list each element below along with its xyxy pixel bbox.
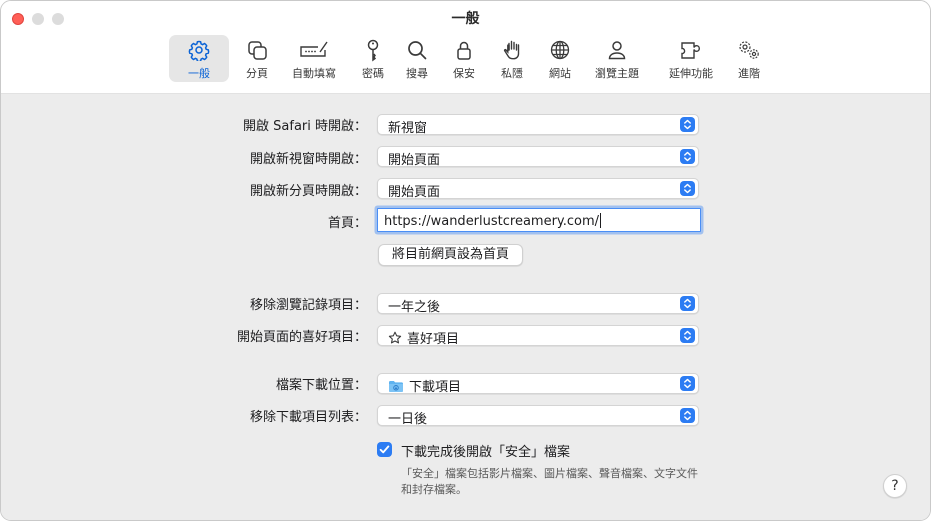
lock-icon bbox=[447, 39, 481, 61]
star-outline-icon bbox=[388, 331, 402, 349]
folder-download-icon bbox=[388, 380, 404, 397]
tab-label: 網站 bbox=[549, 67, 571, 80]
tab-advanced[interactable]: 進階 bbox=[731, 35, 767, 82]
new-tabs-open-with-label: 開啟新分頁時開啟： bbox=[249, 184, 367, 199]
file-download-location-popup[interactable]: 下載項目 bbox=[377, 373, 699, 397]
tab-security[interactable]: 保安 bbox=[447, 35, 481, 82]
new-windows-open-with-label: 開啟新視窗時開啟： bbox=[249, 152, 367, 167]
hand-icon bbox=[495, 39, 529, 61]
chevron-updown-icon bbox=[680, 376, 695, 391]
puzzle-icon bbox=[663, 39, 719, 61]
popup-value: 開始頁面 bbox=[388, 153, 441, 168]
preferences-window: 一般 一般 分頁 自動填寫 密碼 搜尋 保安 私隱 網站 瀏覽主題 延伸功能 進… bbox=[0, 0, 931, 521]
popup-value: 喜好項目 bbox=[388, 328, 459, 349]
tab-extensions[interactable]: 延伸功能 bbox=[663, 35, 719, 82]
new-windows-open-with-popup[interactable]: 開始頁面 bbox=[377, 146, 699, 168]
tab-autofill[interactable]: 自動填寫 bbox=[286, 35, 342, 82]
tab-label: 搜尋 bbox=[406, 67, 428, 80]
tab-label: 保安 bbox=[453, 67, 475, 80]
tab-label: 延伸功能 bbox=[669, 67, 713, 80]
favorites-shows-label: 開始頁面的喜好項目： bbox=[236, 330, 367, 345]
tab-search[interactable]: 搜尋 bbox=[400, 35, 434, 82]
preferences-toolbar: 一般 一般 分頁 自動填寫 密碼 搜尋 保安 私隱 網站 瀏覽主題 延伸功能 進… bbox=[1, 1, 930, 94]
popup-value: 開始頁面 bbox=[388, 185, 441, 200]
chevron-updown-icon bbox=[680, 328, 695, 343]
pencil-field-icon bbox=[286, 39, 342, 61]
favorites-shows-popup[interactable]: 喜好項目 bbox=[377, 325, 699, 349]
chevron-updown-icon bbox=[680, 181, 695, 196]
remove-history-items-popup[interactable]: 一年之後 bbox=[377, 293, 699, 315]
tab-privacy[interactable]: 私隱 bbox=[495, 35, 529, 82]
tab-websites[interactable]: 網站 bbox=[542, 35, 578, 82]
tab-profiles[interactable]: 瀏覽主題 bbox=[589, 35, 645, 82]
open-safe-files-label[interactable]: 下載完成後開啟「安全」檔案 bbox=[401, 441, 570, 460]
popup-value: 新視窗 bbox=[388, 121, 428, 136]
remove-download-list-items-label: 移除下載項目列表： bbox=[249, 410, 367, 425]
chevron-updown-icon bbox=[680, 296, 695, 311]
tabs-icon bbox=[239, 39, 275, 61]
popup-value: 一年之後 bbox=[388, 300, 441, 315]
tab-label: 自動填寫 bbox=[292, 67, 336, 80]
homepage-value: https://wanderlustcreamery.com/ bbox=[384, 213, 602, 229]
safari-opens-with-label: 開啟 Safari 時開啟： bbox=[243, 119, 367, 134]
tab-label: 私隱 bbox=[501, 67, 523, 80]
general-settings-pane: 開啟 Safari 時開啟： 新視窗 開啟新視窗時開啟： 開始頁面 開啟新分頁時… bbox=[1, 94, 930, 520]
gear-icon bbox=[169, 39, 229, 61]
tab-general[interactable]: 一般 bbox=[169, 35, 229, 82]
checkmark-icon bbox=[379, 445, 390, 454]
gears-icon bbox=[731, 39, 767, 61]
set-current-page-button[interactable]: 將目前網頁設為首頁 bbox=[378, 244, 524, 266]
tab-label: 分頁 bbox=[246, 67, 268, 80]
help-button[interactable]: ? bbox=[883, 474, 907, 498]
remove-history-items-label: 移除瀏覽記錄項目： bbox=[249, 298, 367, 313]
safe-files-note: 「安全」檔案包括影片檔案、圖片檔案、聲音檔案、文字文件和封存檔案。 bbox=[401, 467, 698, 496]
new-tabs-open-with-popup[interactable]: 開始頁面 bbox=[377, 178, 699, 200]
safari-opens-with-popup[interactable]: 新視窗 bbox=[377, 114, 699, 136]
chevron-updown-icon bbox=[680, 117, 695, 132]
person-icon bbox=[589, 39, 645, 61]
tab-label: 瀏覽主題 bbox=[595, 67, 639, 80]
tab-label: 一般 bbox=[188, 67, 210, 80]
tab-label: 進階 bbox=[738, 67, 760, 80]
popup-value: 下載項目 bbox=[388, 376, 461, 397]
popup-value: 一日後 bbox=[388, 412, 428, 427]
globe-icon bbox=[542, 39, 578, 61]
tab-tabs[interactable]: 分頁 bbox=[239, 35, 275, 82]
chevron-updown-icon bbox=[680, 408, 695, 423]
homepage-field[interactable]: https://wanderlustcreamery.com/ bbox=[377, 208, 701, 232]
remove-download-list-items-popup[interactable]: 一日後 bbox=[377, 405, 699, 427]
tab-passwords[interactable]: 密碼 bbox=[356, 35, 390, 82]
chevron-updown-icon bbox=[680, 149, 695, 164]
open-safe-files-checkbox[interactable] bbox=[377, 442, 392, 457]
key-icon bbox=[356, 39, 390, 62]
homepage-label: 首頁： bbox=[327, 216, 367, 231]
magnifier-icon bbox=[400, 39, 434, 61]
window-title: 一般 bbox=[451, 11, 480, 27]
file-download-location-label: 檔案下載位置： bbox=[275, 378, 367, 393]
tab-label: 密碼 bbox=[362, 67, 384, 80]
